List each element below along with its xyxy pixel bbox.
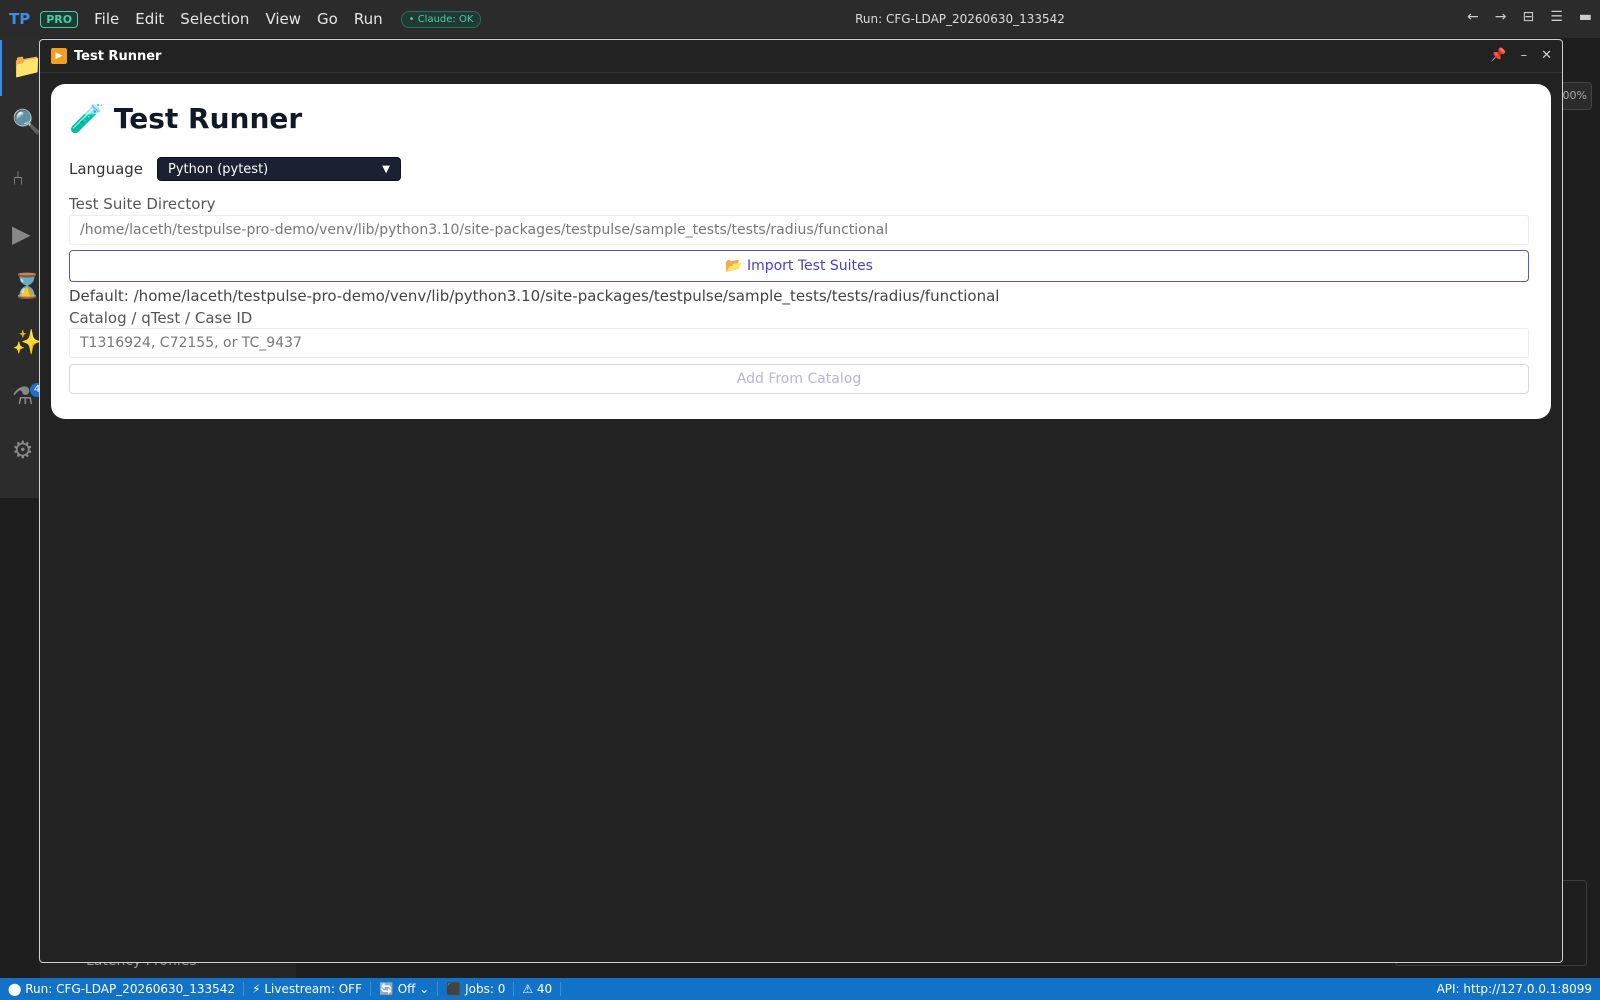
claude-status-badge: • Claude: OK — [400, 10, 482, 28]
language-select-value: Python (pytest) — [168, 161, 269, 177]
run-icon[interactable]: ▶ — [12, 220, 42, 250]
menu-selection[interactable]: Selection — [180, 10, 249, 28]
menu-edit[interactable]: Edit — [135, 10, 164, 28]
add-from-catalog-button[interactable]: Add From Catalog — [69, 364, 1529, 394]
window-controls: 📌 – ✕ — [1490, 48, 1552, 63]
menu-file[interactable]: File — [94, 10, 119, 28]
language-label: Language — [69, 160, 144, 178]
sparkle-icon[interactable]: ✨ — [12, 328, 42, 358]
language-row: Language Python (pytest) ▼ — [69, 157, 401, 181]
hourglass-icon[interactable]: ⌛ — [12, 272, 42, 302]
gear-icon[interactable]: ⚙ — [12, 436, 42, 466]
panel-toggle-icon[interactable]: ▬ — [1579, 9, 1592, 25]
zoom-indicator: 00% — [1558, 82, 1592, 110]
status-livestream[interactable]: ⚡ Livestream: OFF — [244, 982, 371, 996]
branch-icon[interactable]: ⑃ — [12, 166, 42, 196]
catalog-id-input[interactable]: T1316924, C72155, or TC_9437 — [69, 328, 1529, 358]
play-icon: ▶ — [51, 48, 67, 64]
import-test-suites-button[interactable]: 📂 Import Test Suites — [69, 250, 1529, 282]
folder-icon[interactable]: 📁 — [12, 52, 42, 82]
status-warnings[interactable]: ⚠ 40 — [514, 982, 562, 996]
test-runner-card: 🧪 Test Runner Language Python (pytest) ▼… — [51, 84, 1551, 419]
app-logo: TP — [9, 10, 31, 28]
suite-directory-input[interactable]: /home/laceth/testpulse-pro-demo/venv/lib… — [69, 215, 1529, 245]
default-directory-text: Default: /home/laceth/testpulse-pro-demo… — [69, 287, 1000, 305]
status-jobs[interactable]: ⬛ Jobs: 0 — [438, 982, 515, 996]
active-indicator — [0, 40, 2, 96]
window-titlebar[interactable]: ▶ Test Runner — [40, 40, 1562, 73]
run-title: Run: CFG-LDAP_20260630_133542 — [855, 12, 1065, 26]
status-refresh[interactable]: 🔄 Off ⌄ — [371, 982, 439, 996]
page-title-text: Test Runner — [113, 102, 303, 135]
chevron-down-icon: ▼ — [382, 163, 390, 175]
status-bar: ⬤ Run: CFG-LDAP_20260630_133542 ⚡ Livest… — [0, 978, 1600, 1000]
menu-view[interactable]: View — [265, 10, 301, 28]
menu-go[interactable]: Go — [317, 10, 338, 28]
hamburger-menu-icon[interactable]: ☰ — [1550, 9, 1563, 25]
pro-badge: PRO — [40, 10, 79, 28]
close-icon[interactable]: ✕ — [1541, 48, 1552, 63]
page-title: 🧪 Test Runner — [69, 102, 302, 135]
activity-bar: 📁 🔍 ⑃ ▶ ⌛ ✨ ⚗ 4 ⚙ — [0, 38, 44, 498]
status-api: API: http://127.0.0.1:8099 — [1436, 982, 1592, 996]
status-run[interactable]: ⬤ Run: CFG-LDAP_20260630_133542 — [0, 982, 245, 996]
forward-arrow-icon[interactable]: → — [1495, 9, 1507, 25]
minimize-icon[interactable]: – — [1521, 48, 1528, 63]
suite-directory-label: Test Suite Directory — [69, 195, 216, 213]
pin-icon[interactable]: 📌 — [1490, 48, 1506, 63]
back-arrow-icon[interactable]: ← — [1467, 9, 1479, 25]
catalog-id-label: Catalog / qTest / Case ID — [69, 309, 253, 327]
layout-icon[interactable]: ⊟ — [1522, 9, 1534, 25]
window-title: Test Runner — [74, 48, 162, 64]
test-tube-icon: 🧪 — [69, 102, 104, 135]
search-icon[interactable]: 🔍 — [12, 108, 42, 138]
language-select[interactable]: Python (pytest) ▼ — [157, 157, 401, 181]
test-runner-window: ▶ Test Runner 📌 – ✕ 🧪 Test Runner Langua… — [39, 39, 1563, 963]
window-nav-controls: ← → ⊟ ☰ ▬ — [1467, 9, 1592, 25]
menu-run[interactable]: Run — [354, 10, 383, 28]
